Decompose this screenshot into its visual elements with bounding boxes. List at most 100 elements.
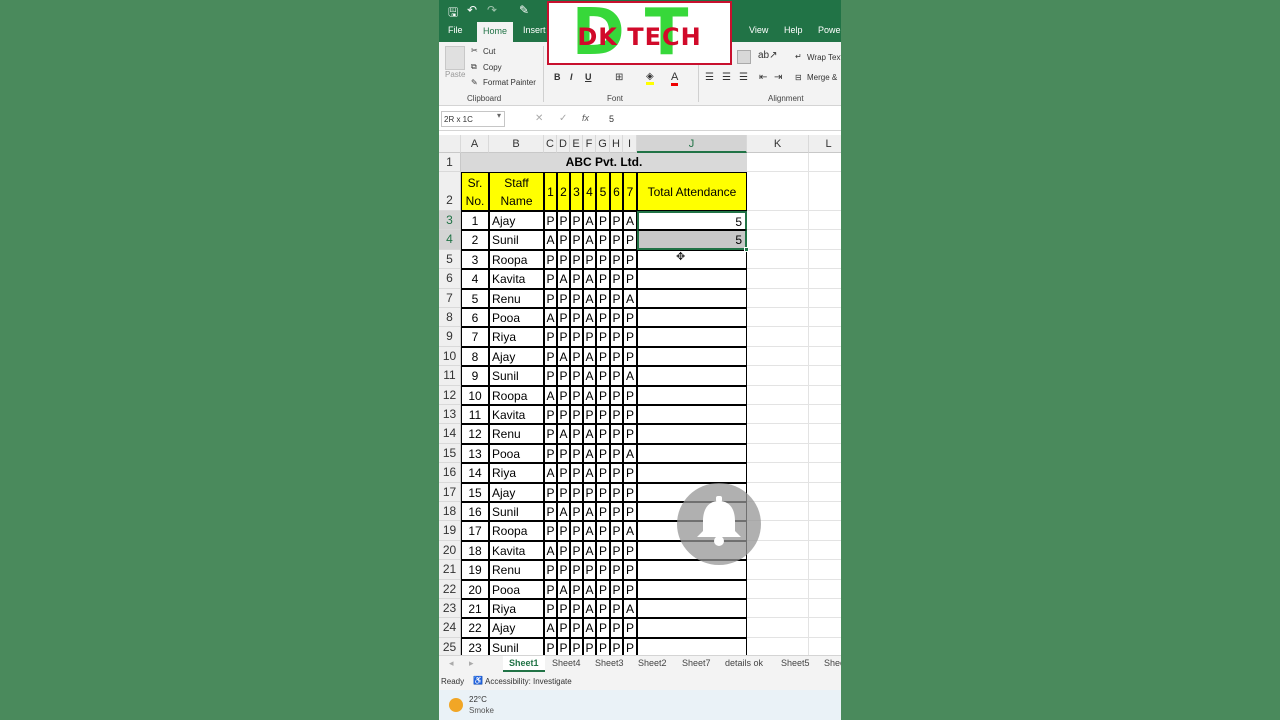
attendance-cell[interactable]: P (596, 269, 610, 289)
attendance-cell[interactable]: P (610, 560, 623, 580)
attendance-cell[interactable]: P (583, 560, 596, 580)
sheet-tab-sheet3[interactable]: Sheet3 (595, 658, 624, 668)
align-center-icon[interactable]: ☰ (722, 72, 731, 83)
attendance-cell[interactable]: P (544, 405, 557, 425)
attendance-cell[interactable]: P (623, 346, 637, 367)
attendance-cell[interactable]: P (596, 249, 610, 270)
attendance-cell[interactable]: P (544, 346, 557, 367)
middle-align-icon[interactable] (737, 50, 751, 64)
sr-no-cell[interactable]: 18 (461, 540, 489, 561)
sr-no-cell[interactable]: 10 (461, 385, 489, 405)
attendance-cell[interactable]: A (544, 385, 557, 405)
staff-name-cell[interactable]: Renu (489, 424, 544, 444)
attendance-cell[interactable]: P (623, 385, 637, 405)
row-header-11[interactable]: 11 (439, 366, 461, 386)
attendance-cell[interactable]: A (583, 211, 596, 231)
attendance-cell[interactable]: P (623, 463, 637, 483)
row-header-21[interactable]: 21 (439, 560, 461, 580)
sheet-tab-sheet5[interactable]: Sheet5 (781, 658, 810, 668)
attendance-cell[interactable]: P (610, 424, 623, 444)
attendance-cell[interactable]: P (557, 230, 570, 250)
tab-home[interactable]: Home (477, 22, 514, 42)
attendance-cell[interactable]: P (544, 366, 557, 386)
staff-name-cell[interactable]: Riya (489, 463, 544, 483)
column-header-e[interactable]: E (570, 135, 583, 153)
attendance-cell[interactable]: P (583, 482, 596, 502)
empty-cell[interactable] (809, 560, 841, 580)
attendance-cell[interactable]: P (623, 327, 637, 347)
weather-icon[interactable] (449, 698, 463, 712)
attendance-cell[interactable]: P (570, 463, 583, 483)
attendance-cell[interactable]: P (610, 443, 623, 464)
cancel-icon[interactable]: ✕ (535, 113, 543, 124)
attendance-cell[interactable]: A (583, 269, 596, 289)
attendance-cell[interactable]: P (610, 249, 623, 270)
align-left-icon[interactable]: ☰ (705, 72, 714, 83)
empty-cell[interactable] (809, 347, 841, 367)
attendance-cell[interactable]: A (583, 579, 596, 599)
redo-icon[interactable]: ↷ (487, 3, 497, 17)
attendance-cell[interactable]: A (583, 502, 596, 522)
attendance-cell[interactable]: P (623, 637, 637, 655)
total-attendance-cell[interactable] (637, 579, 747, 599)
staff-name-cell[interactable]: Kavita (489, 269, 544, 289)
attendance-cell[interactable]: P (596, 443, 610, 464)
attendance-cell[interactable]: P (596, 366, 610, 386)
attendance-cell[interactable]: P (610, 288, 623, 308)
attendance-cell[interactable]: P (596, 288, 610, 308)
attendance-cell[interactable]: P (557, 327, 570, 347)
attendance-cell[interactable]: P (570, 482, 583, 502)
tab-power[interactable]: Power (818, 25, 841, 35)
attendance-cell[interactable]: P (610, 599, 623, 619)
attendance-cell[interactable]: P (596, 405, 610, 425)
undo-icon[interactable]: ↶ (467, 3, 477, 17)
attendance-cell[interactable]: A (544, 308, 557, 328)
sr-no-cell[interactable]: 5 (461, 288, 489, 308)
attendance-cell[interactable]: P (610, 308, 623, 328)
attendance-cell[interactable]: P (570, 327, 583, 347)
attendance-cell[interactable]: P (623, 308, 637, 328)
attendance-cell[interactable]: P (557, 443, 570, 464)
total-attendance-cell[interactable] (637, 346, 747, 367)
attendance-cell[interactable]: P (596, 211, 610, 231)
row-header-17[interactable]: 17 (439, 482, 461, 502)
attendance-cell[interactable]: P (610, 618, 623, 638)
sr-no-cell[interactable]: 17 (461, 521, 489, 541)
accessibility-status[interactable]: Accessibility: Investigate (485, 677, 572, 686)
attendance-cell[interactable]: P (596, 327, 610, 347)
empty-cell[interactable] (809, 327, 841, 347)
sheet-tab-sheet1[interactable]: Sheet1 (503, 656, 545, 672)
sr-no-cell[interactable]: 19 (461, 560, 489, 580)
row-header-20[interactable]: 20 (439, 540, 461, 561)
attendance-cell[interactable]: P (583, 637, 596, 655)
format-painter-button[interactable]: Format Painter (483, 78, 536, 87)
total-attendance-cell[interactable] (637, 269, 747, 289)
attendance-cell[interactable]: P (623, 618, 637, 638)
attendance-cell[interactable]: A (583, 424, 596, 444)
attendance-cell[interactable]: A (583, 308, 596, 328)
fill-color-icon[interactable]: ◈ (646, 71, 654, 85)
row-header-9[interactable]: 9 (439, 327, 461, 347)
empty-cell[interactable] (747, 463, 809, 483)
attendance-cell[interactable]: P (596, 230, 610, 250)
attendance-cell[interactable]: P (596, 637, 610, 655)
enter-icon[interactable]: ✓ (559, 113, 567, 124)
sr-no-cell[interactable]: 4 (461, 269, 489, 289)
attendance-cell[interactable]: P (570, 288, 583, 308)
attendance-cell[interactable]: A (623, 599, 637, 619)
staff-name-cell[interactable]: Pooa (489, 308, 544, 328)
attendance-cell[interactable]: P (596, 502, 610, 522)
attendance-cell[interactable]: A (557, 579, 570, 599)
attendance-cell[interactable]: P (570, 560, 583, 580)
empty-cell[interactable] (747, 618, 809, 638)
sr-no-cell[interactable]: 16 (461, 502, 489, 522)
attendance-cell[interactable]: P (610, 463, 623, 483)
sheet-tab-sheet2[interactable]: Sheet2 (638, 658, 667, 668)
attendance-cell[interactable]: P (610, 327, 623, 347)
attendance-cell[interactable]: P (557, 618, 570, 638)
name-box[interactable]: 2R x 1C (441, 111, 505, 127)
sr-no-cell[interactable]: 3 (461, 249, 489, 270)
fill-handle[interactable] (744, 246, 749, 252)
column-header-h[interactable]: H (610, 135, 623, 153)
attendance-cell[interactable]: A (583, 463, 596, 483)
